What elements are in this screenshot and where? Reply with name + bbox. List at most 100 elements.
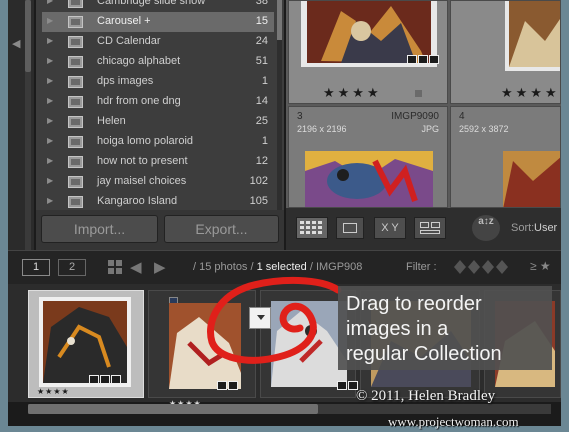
expand-triangle-icon[interactable]: ▶: [47, 96, 53, 105]
collection-name: Carousel +: [97, 15, 151, 27]
compare-view-button[interactable]: X Y: [374, 217, 406, 239]
collection-count: 15: [255, 15, 268, 27]
grid-cell-2[interactable]: ★★★★: [288, 0, 448, 104]
collection-row[interactable]: ▶ hoiga lomo polaroid 1: [42, 132, 274, 152]
rating-stars[interactable]: ★★★★: [501, 85, 560, 101]
collection-icon: [68, 56, 83, 68]
expand-triangle-icon[interactable]: ▶: [47, 176, 53, 185]
collection-row[interactable]: ▶ chicago alphabet 51: [42, 52, 274, 72]
back-arrow-icon[interactable]: ◀: [130, 258, 142, 276]
develop-icon: [228, 381, 238, 390]
collections-scrollbar-thumb[interactable]: [277, 0, 282, 40]
collection-name: dps images: [97, 75, 154, 87]
collection-row[interactable]: ▶ Carousel + 15: [42, 12, 274, 32]
thumbnail-badges: [337, 381, 358, 390]
crop-icon: [100, 375, 110, 384]
filmstrip-scrollbar-thumb[interactable]: [28, 404, 318, 414]
grid-thumbnail[interactable]: [503, 151, 560, 207]
collection-row[interactable]: ▶ Kangaroo Island 105: [42, 192, 274, 210]
collection-count: 105: [249, 195, 268, 207]
collection-count: 25: [255, 115, 268, 127]
grid-cell-4[interactable]: 4 2592 x 3872: [450, 106, 561, 208]
film-thumbnail[interactable]: [39, 297, 131, 387]
collection-name: jay maisel choices: [97, 175, 187, 187]
collection-row[interactable]: ▶ jay maisel choices 102: [42, 172, 274, 192]
expand-triangle-icon[interactable]: ▶: [47, 16, 53, 25]
import-button[interactable]: Import...: [41, 215, 158, 243]
grid-toolbar: X Y a↕z Sort: User: [286, 208, 561, 250]
grid-thumbnail[interactable]: [505, 1, 560, 71]
expand-triangle-icon[interactable]: ▶: [47, 156, 53, 165]
sort-select[interactable]: User: [534, 222, 557, 234]
collection-icon: [68, 0, 83, 8]
collection-icon: [68, 196, 83, 208]
export-button[interactable]: Export...: [164, 215, 279, 243]
collection-count: 38: [255, 0, 268, 7]
rating-stars[interactable]: ★★★★: [323, 85, 382, 101]
window-frame-right: [561, 0, 569, 432]
filmstrip-thumb-selected[interactable]: ★★★★: [28, 290, 144, 398]
callout-text: Drag to reorder images in a regular Coll…: [346, 293, 502, 365]
collection-icon: [68, 176, 83, 188]
crop-icon: [418, 55, 428, 64]
collection-icon: [68, 16, 83, 28]
tag-icon: [407, 55, 417, 64]
collection-count: 1: [261, 135, 268, 147]
grid-mode-icon[interactable]: [108, 260, 122, 274]
grid-cell-3[interactable]: 3 IMGP9090 2196 x 2196 JPG: [288, 106, 448, 208]
filter-compare-icon[interactable]: ≥ ★: [530, 259, 551, 273]
collection-name: Helen: [97, 115, 126, 127]
expand-triangle-icon[interactable]: ▶: [47, 0, 53, 5]
tag-icon: [217, 381, 227, 390]
collection-row[interactable]: ▶ dps images 1: [42, 72, 274, 92]
loupe-view-button[interactable]: [336, 217, 364, 239]
expand-triangle-icon[interactable]: ▶: [47, 196, 53, 205]
rating-stars[interactable]: ★★★★: [37, 387, 70, 396]
thumbnail-badges: [217, 381, 238, 390]
thumbnail-badges: [89, 375, 121, 384]
color-label-icon[interactable]: [415, 90, 422, 97]
grid-cell-2b[interactable]: ★★★★: [450, 0, 561, 104]
sort-label: Sort:: [511, 222, 535, 234]
collection-row[interactable]: ▶ CD Calendar 24: [42, 32, 274, 52]
sort-direction-icon[interactable]: a↕z: [472, 215, 500, 241]
collection-row[interactable]: ▶ Cambridge slide show 38: [42, 0, 274, 12]
collection-count: 24: [255, 35, 268, 47]
collection-count: 51: [255, 55, 268, 67]
collection-name: hoiga lomo polaroid: [97, 135, 194, 147]
expand-triangle-icon[interactable]: ▶: [47, 136, 53, 145]
collapse-left-panel-icon[interactable]: ◀: [12, 38, 24, 50]
collection-icon: [68, 36, 83, 48]
import-export-bar: Import... Export...: [36, 210, 284, 250]
window-frame-left: [0, 0, 8, 432]
expand-triangle-icon[interactable]: ▶: [47, 56, 53, 65]
left-scrollbar-thumb[interactable]: [25, 0, 31, 72]
develop-icon: [429, 55, 439, 64]
expand-triangle-icon[interactable]: ▶: [47, 116, 53, 125]
cell-index: 4: [459, 111, 465, 122]
grid-thumbnail[interactable]: [305, 151, 433, 207]
copyright-watermark: © 2011, Helen Bradley: [356, 388, 496, 404]
window-2-button[interactable]: 2: [58, 259, 86, 276]
collection-name: hdr from one dng: [97, 95, 181, 107]
collection-row[interactable]: ▶ Helen 25: [42, 112, 274, 132]
collection-row[interactable]: ▶ hdr from one dng 14: [42, 92, 274, 112]
crop-icon: [337, 381, 347, 390]
expand-triangle-icon[interactable]: ▶: [47, 76, 53, 85]
filter-label: Filter :: [406, 261, 437, 273]
cell-index: 3: [297, 111, 303, 122]
collection-icon: [68, 96, 83, 108]
collection-name: how not to present: [97, 155, 188, 167]
grid-view-button[interactable]: [296, 217, 328, 239]
collection-icon: [68, 156, 83, 168]
collection-count: 14: [255, 95, 268, 107]
expand-triangle-icon[interactable]: ▶: [47, 36, 53, 45]
survey-view-button[interactable]: [414, 217, 446, 239]
forward-arrow-icon[interactable]: ▶: [154, 258, 166, 276]
collection-name: Cambridge slide show: [97, 0, 206, 7]
rating-filter-icon[interactable]: [454, 260, 524, 274]
collection-row[interactable]: ▶ how not to present 12: [42, 152, 274, 172]
window-1-button[interactable]: 1: [22, 259, 50, 276]
cell-dimensions: 2196 x 2196: [297, 124, 347, 134]
cell-dimensions: 2592 x 3872: [459, 124, 509, 134]
